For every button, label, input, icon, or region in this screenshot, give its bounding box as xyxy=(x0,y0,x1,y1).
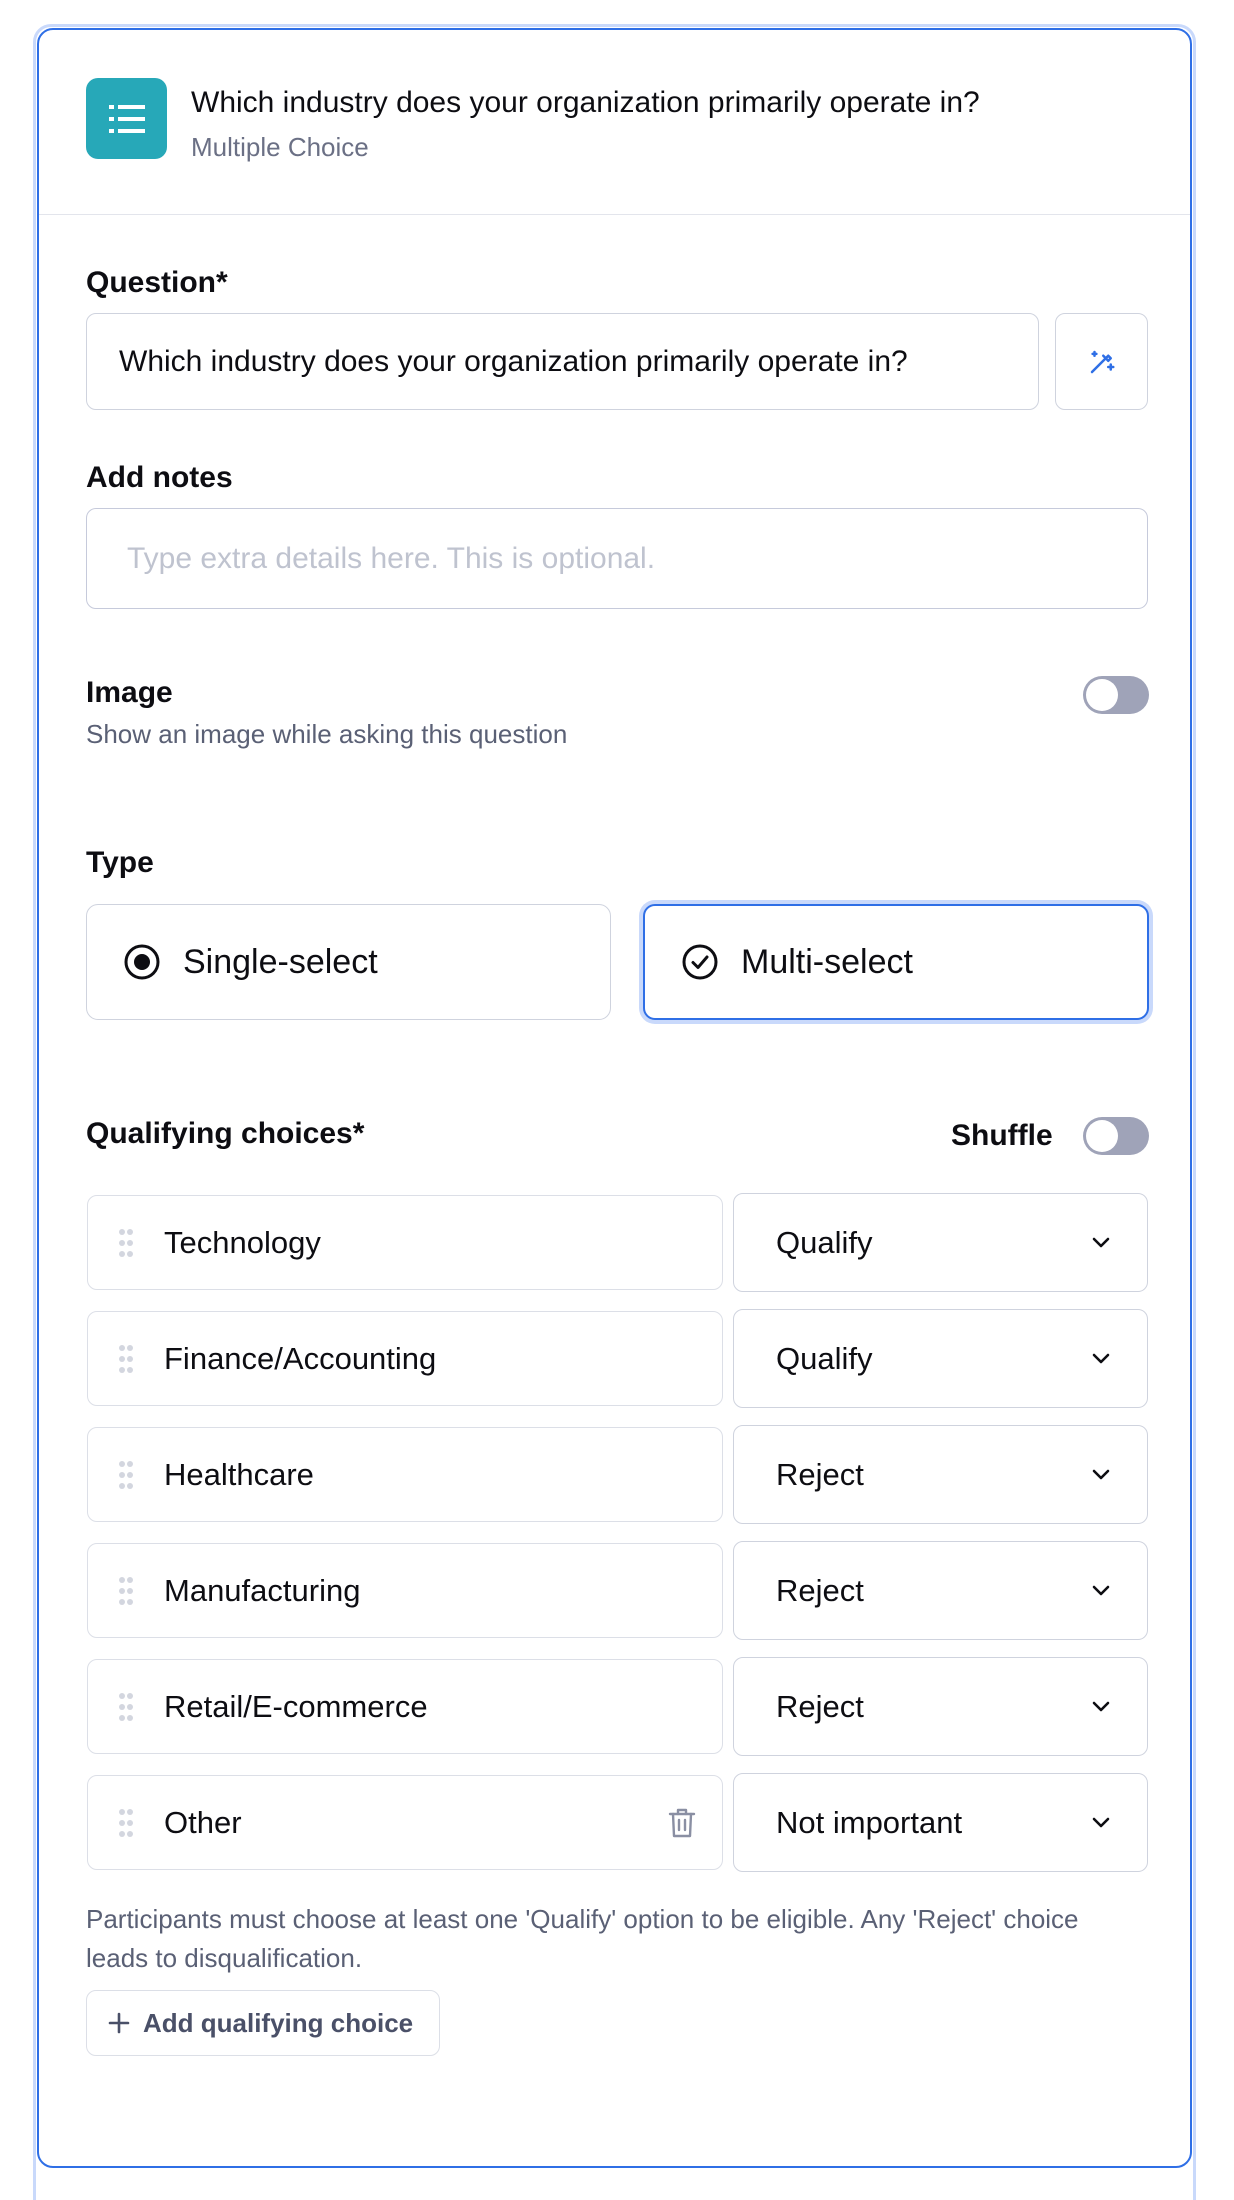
question-input-value: Which industry does your organization pr… xyxy=(119,344,908,378)
chevron-down-icon xyxy=(1092,1469,1110,1479)
choice-row-other[interactable]: Other xyxy=(87,1775,723,1870)
question-label: Question* xyxy=(86,266,228,299)
choice-status-select[interactable]: Reject xyxy=(733,1425,1148,1524)
drag-handle-icon[interactable] xyxy=(88,1344,164,1374)
select-value: Qualify xyxy=(776,1340,873,1376)
add-choice-label: Add qualifying choice xyxy=(143,2007,414,2038)
magic-wand-icon xyxy=(1090,350,1114,373)
type-multi-select[interactable]: Multi-select xyxy=(643,904,1149,1020)
plus-icon xyxy=(107,2011,131,2035)
choice-row-healthcare[interactable]: Healthcare xyxy=(87,1427,723,1522)
choice-row-technology[interactable]: Technology xyxy=(87,1195,723,1290)
header-title: Which industry does your organization pr… xyxy=(191,86,980,119)
choice-status-select[interactable]: Qualify xyxy=(733,1309,1148,1408)
type-single-label: Single-select xyxy=(183,942,378,981)
choice-text[interactable]: Manufacturing xyxy=(164,1573,722,1609)
image-toggle[interactable] xyxy=(1083,676,1149,714)
chevron-down-icon xyxy=(1092,1237,1110,1247)
shuffle-toggle[interactable] xyxy=(1083,1117,1149,1155)
image-label: Image xyxy=(86,676,173,709)
add-qualifying-choice-button[interactable]: Add qualifying choice xyxy=(86,1990,440,2056)
choice-status-select[interactable]: Not important xyxy=(733,1773,1148,1872)
choices-label: Qualifying choices* xyxy=(86,1117,365,1150)
image-description: Show an image while asking this question xyxy=(86,719,568,749)
toggle-knob xyxy=(1086,679,1118,711)
question-input[interactable]: Which industry does your organization pr… xyxy=(86,313,1039,410)
select-value: Reject xyxy=(776,1688,864,1724)
choice-status-select[interactable]: Qualify xyxy=(733,1193,1148,1292)
toggle-knob xyxy=(1086,1120,1118,1152)
delete-choice-button[interactable] xyxy=(642,1806,722,1840)
choice-row-manufacturing[interactable]: Manufacturing xyxy=(87,1543,723,1638)
notes-label: Add notes xyxy=(86,461,233,494)
choice-text[interactable]: Technology xyxy=(164,1225,722,1261)
drag-handle-icon[interactable] xyxy=(88,1576,164,1606)
ai-rewrite-button[interactable] xyxy=(1055,313,1148,410)
select-value: Not important xyxy=(776,1804,963,1840)
choice-text[interactable]: Healthcare xyxy=(164,1457,722,1493)
type-single-select[interactable]: Single-select xyxy=(86,904,611,1020)
drag-handle-icon[interactable] xyxy=(88,1692,164,1722)
choice-status-select[interactable]: Reject xyxy=(733,1541,1148,1640)
list-icon xyxy=(86,78,167,159)
question-editor-card: Which industry does your organization pr… xyxy=(37,28,1192,2168)
chevron-down-icon xyxy=(1092,1585,1110,1595)
choice-row-retail[interactable]: Retail/E-commerce xyxy=(87,1659,723,1754)
select-value: Reject xyxy=(776,1456,864,1492)
choice-text[interactable]: Finance/Accounting xyxy=(164,1341,722,1377)
choice-status-select[interactable]: Reject xyxy=(733,1657,1148,1756)
chevron-down-icon xyxy=(1092,1353,1110,1363)
drag-handle-icon[interactable] xyxy=(88,1460,164,1490)
check-circle-icon xyxy=(681,943,719,981)
question-header[interactable]: Which industry does your organization pr… xyxy=(39,30,1190,215)
header-subtitle: Multiple Choice xyxy=(191,132,369,162)
type-multi-label: Multi-select xyxy=(741,942,913,981)
notes-placeholder: Type extra details here. This is optiona… xyxy=(127,541,656,575)
choice-row-finance[interactable]: Finance/Accounting xyxy=(87,1311,723,1406)
chevron-down-icon xyxy=(1092,1701,1110,1711)
drag-handle-icon[interactable] xyxy=(88,1808,164,1838)
shuffle-label: Shuffle xyxy=(951,1119,1053,1152)
notes-input[interactable]: Type extra details here. This is optiona… xyxy=(86,508,1148,609)
choice-text[interactable]: Retail/E-commerce xyxy=(164,1689,722,1725)
trash-icon xyxy=(668,1808,696,1837)
drag-handle-icon[interactable] xyxy=(88,1228,164,1258)
choices-help-text: Participants must choose at least one 'Q… xyxy=(86,1904,1079,1973)
radio-icon xyxy=(123,943,161,981)
select-value: Reject xyxy=(776,1572,864,1608)
select-value: Qualify xyxy=(776,1224,873,1260)
type-label: Type xyxy=(86,846,154,879)
chevron-down-icon xyxy=(1092,1817,1110,1827)
choice-text[interactable]: Other xyxy=(164,1805,642,1841)
